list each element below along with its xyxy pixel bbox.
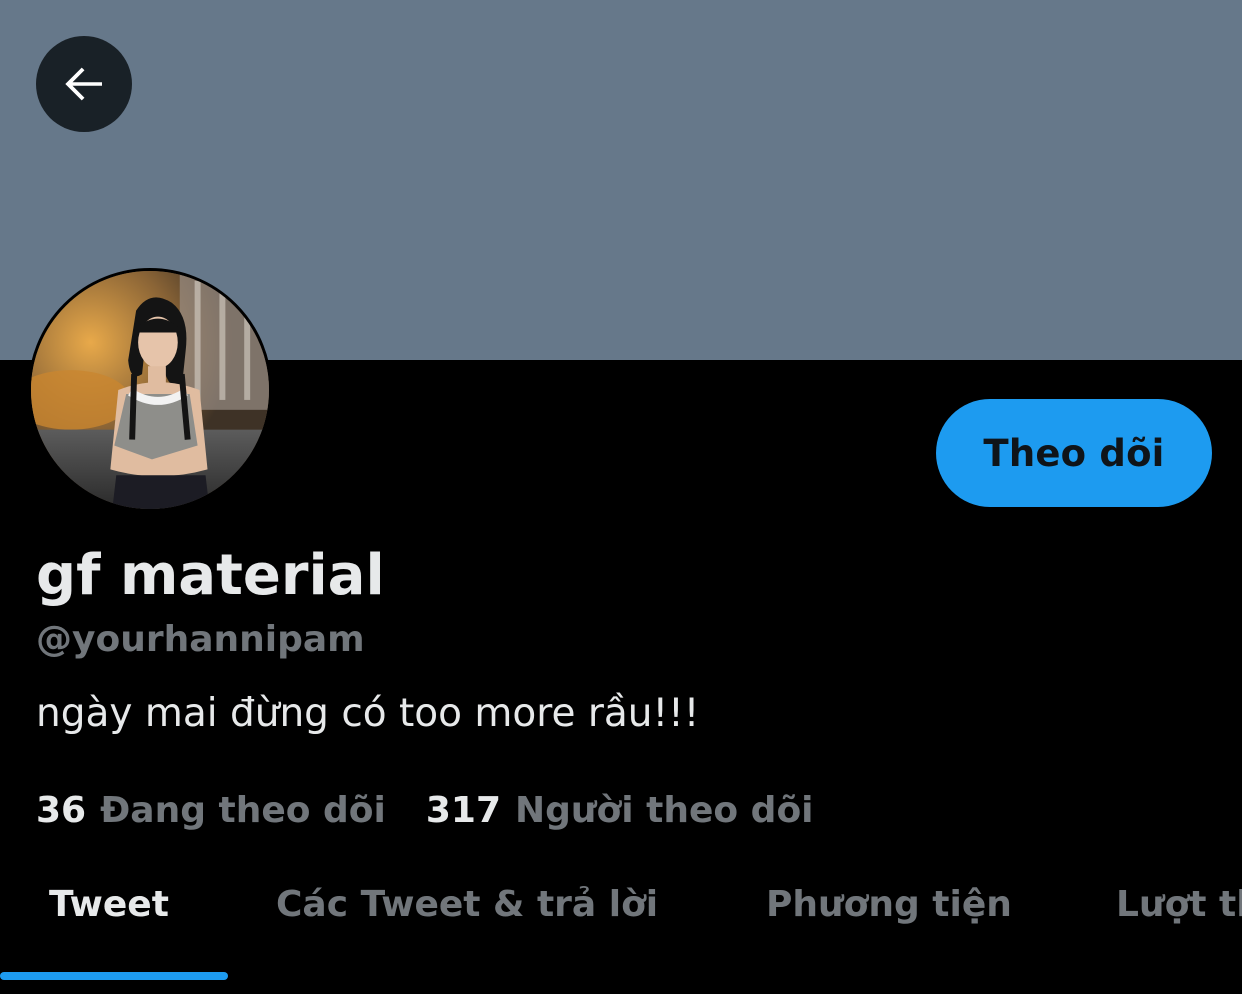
- followers-count: 317: [425, 790, 502, 831]
- avatar[interactable]: [28, 268, 272, 512]
- display-name: gf material: [36, 543, 385, 608]
- tab-tweets[interactable]: Tweet: [49, 884, 169, 925]
- following-link[interactable]: 36 Đang theo dõi: [36, 790, 386, 831]
- tab-media[interactable]: Phương tiện: [766, 884, 1012, 925]
- back-button[interactable]: [36, 36, 132, 132]
- avatar-photo: [31, 271, 269, 509]
- following-label: Đang theo dõi: [100, 790, 386, 831]
- profile-page: Theo dõi gf material @yourhannipam ngày …: [0, 0, 1242, 994]
- tab-tweets-and-replies[interactable]: Các Tweet & trả lời: [276, 884, 658, 925]
- user-handle: @yourhannipam: [36, 619, 365, 660]
- profile-tabs: Tweet Các Tweet & trả lời Phương tiện Lư…: [0, 868, 1242, 994]
- followers-label: Người theo dõi: [515, 790, 814, 831]
- followers-link[interactable]: 317 Người theo dõi: [426, 790, 814, 831]
- follow-button[interactable]: Theo dõi: [936, 399, 1212, 507]
- arrow-left-icon: [65, 67, 102, 101]
- profile-bio: ngày mai đừng có too more rầu!!!: [36, 691, 700, 736]
- follow-stats: 36 Đang theo dõi 317 Người theo dõi: [36, 790, 854, 831]
- following-count: 36: [36, 790, 87, 831]
- active-tab-indicator: [0, 972, 228, 980]
- tab-likes[interactable]: Lượt thích: [1116, 884, 1242, 925]
